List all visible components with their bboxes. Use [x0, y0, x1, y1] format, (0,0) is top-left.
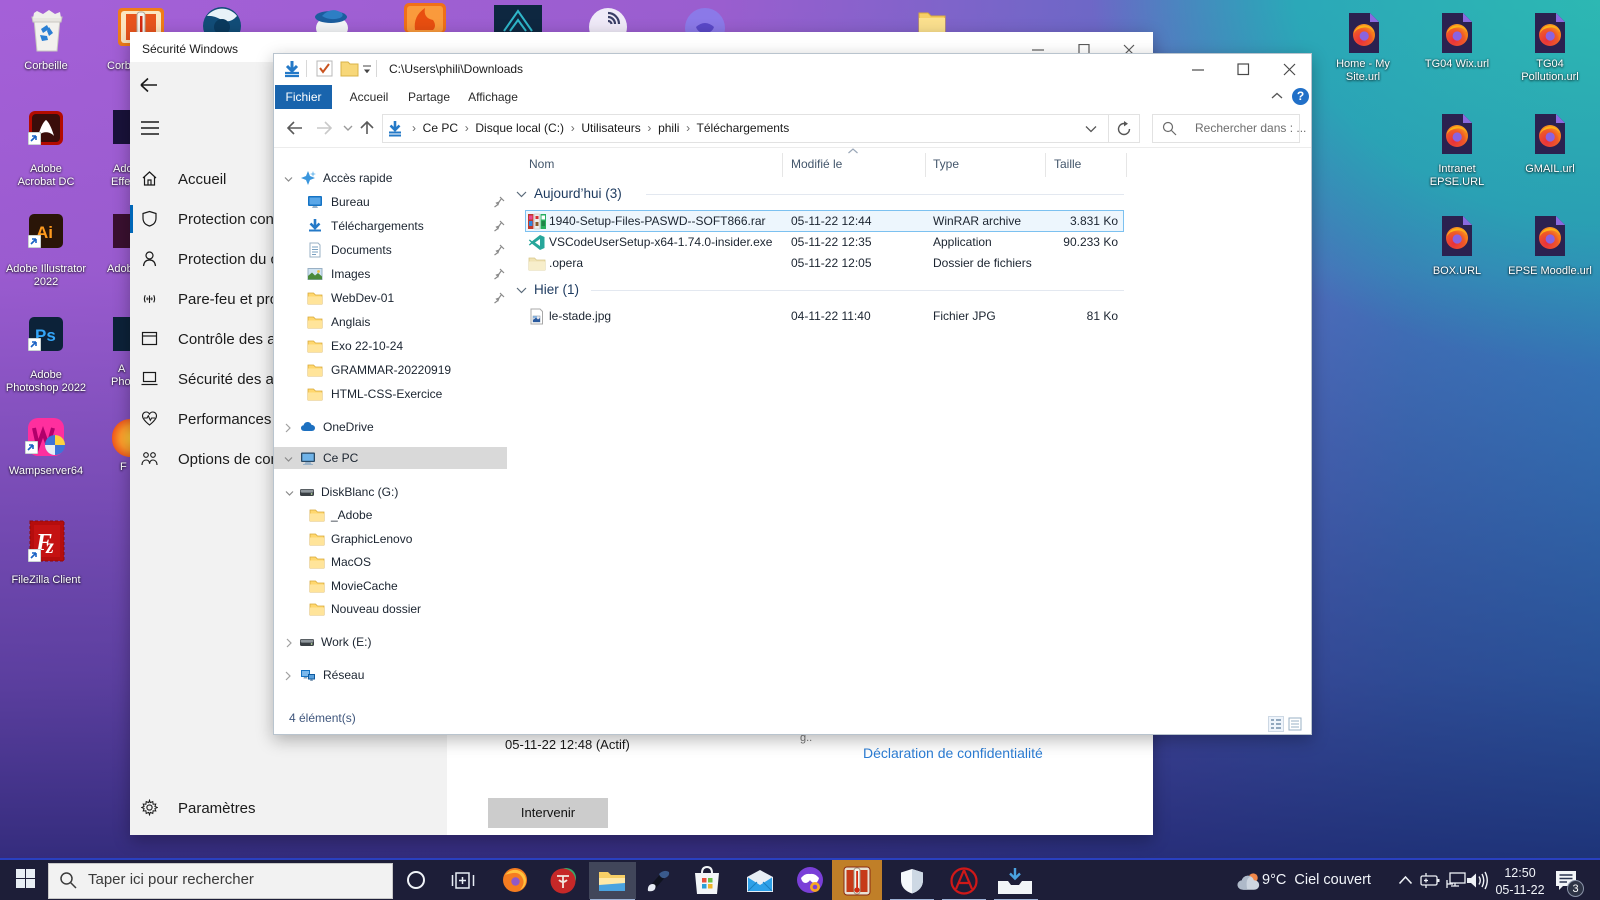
svg-text:z: z — [45, 536, 54, 558]
